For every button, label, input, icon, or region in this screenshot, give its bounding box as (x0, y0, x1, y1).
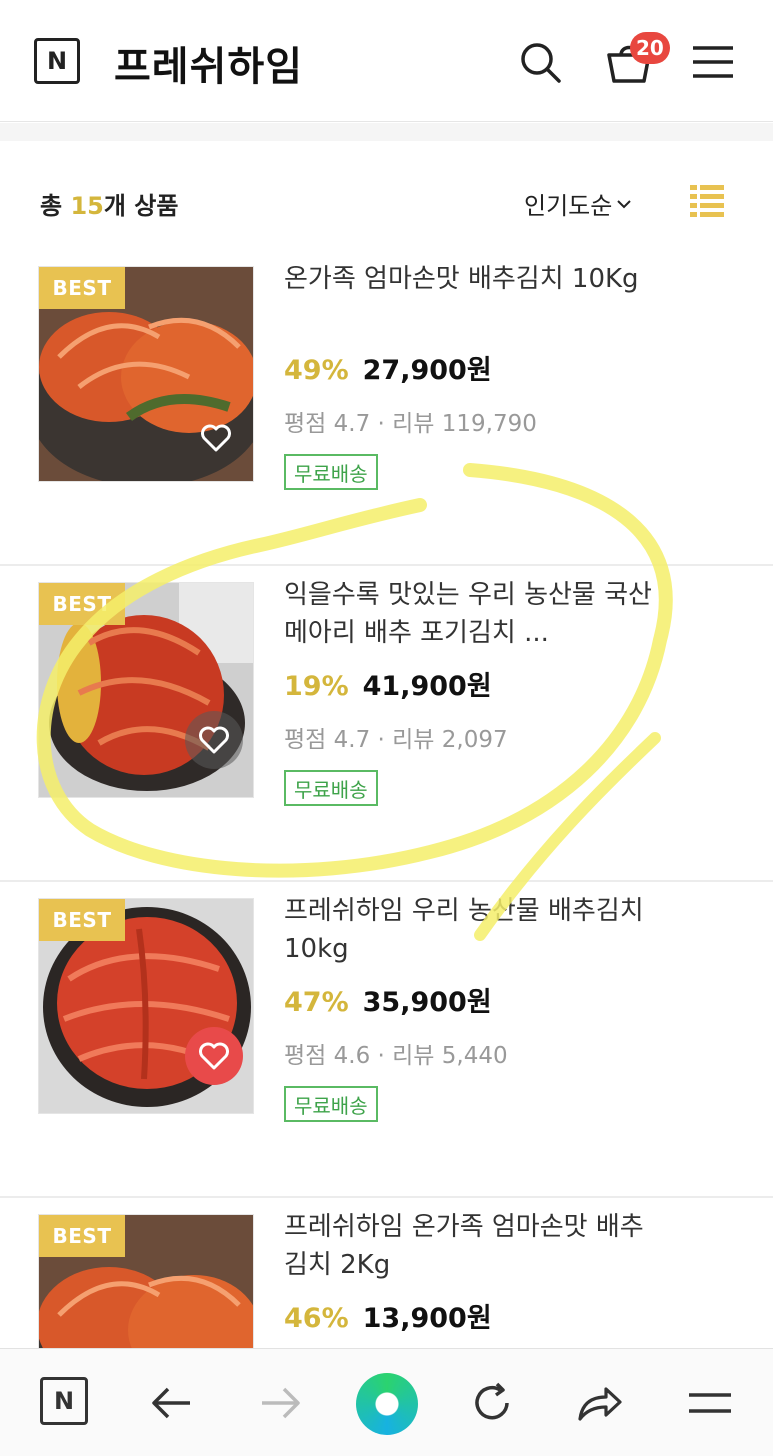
chevron-down-icon (617, 199, 632, 208)
product-title[interactable]: 온가족 엄마손맛 배추김치 10Kg (284, 260, 664, 298)
total-suffix: 개 상품 (103, 192, 179, 220)
heart-icon[interactable] (185, 1027, 243, 1085)
cart-count-badge: 20 (630, 32, 670, 64)
discount-rate: 46% (284, 1303, 349, 1334)
best-badge: BEST (39, 583, 125, 625)
total-prefix: 총 (40, 192, 71, 220)
price-row: 49% 27,900원 (284, 348, 492, 387)
product-title[interactable]: 익을수록 맛있는 우리 농산물 국산 메아리 배추 포기김치 ... (284, 576, 664, 652)
best-badge: BEST (39, 267, 125, 309)
forward-arrow-icon[interactable] (254, 1377, 306, 1429)
product-image[interactable]: BEST (38, 898, 254, 1114)
back-arrow-icon[interactable] (146, 1377, 198, 1429)
rating-review: 평점 4.6 · 리뷰 5,440 (284, 1043, 508, 1069)
section-divider (0, 123, 773, 141)
price: 27,900원 (362, 355, 492, 386)
menu-icon[interactable] (690, 40, 736, 84)
product-title[interactable]: 프레쉬하임 온가족 엄마손맛 배추김치 2Kg (284, 1208, 664, 1284)
rating-review: 평점 4.7 · 리뷰 119,790 (284, 411, 537, 437)
price-row: 46% 13,900원 (284, 1296, 492, 1335)
discount-rate: 19% (284, 671, 349, 702)
list-view-icon[interactable] (690, 184, 724, 218)
heart-icon[interactable] (195, 417, 237, 459)
rating-review: 평점 4.7 · 리뷰 2,097 (284, 727, 508, 753)
app-header: N 프레쉬하임 20 (0, 0, 773, 122)
price: 35,900원 (362, 987, 492, 1018)
product-title[interactable]: 프레쉬하임 우리 농산물 배추김치 10kg (284, 892, 664, 968)
total-number: 15 (70, 192, 104, 220)
browser-logo-letter: N (53, 1387, 75, 1415)
free-shipping-badge: 무료배송 (284, 770, 378, 806)
product-image[interactable]: BEST (38, 266, 254, 482)
discount-rate: 49% (284, 355, 349, 386)
product-item[interactable]: BEST 익을수록 맛있는 우리 농산물 국산 메아리 배추 포기김치 ... … (0, 566, 773, 882)
sort-dropdown[interactable]: 인기도순 (524, 186, 632, 221)
store-name[interactable]: 프레쉬하임 (114, 34, 303, 92)
sort-label: 인기도순 (524, 192, 613, 220)
product-image[interactable]: BEST (38, 582, 254, 798)
menu-icon[interactable] (684, 1377, 736, 1429)
search-icon[interactable] (516, 38, 566, 88)
price: 41,900원 (362, 671, 492, 702)
browser-toolbar: N (0, 1348, 773, 1456)
best-badge: BEST (39, 899, 125, 941)
product-item[interactable]: BEST 프레쉬하임 우리 농산물 배추김치 10kg 47% 35,900원 … (0, 882, 773, 1198)
price: 13,900원 (362, 1303, 492, 1334)
price-row: 19% 41,900원 (284, 664, 492, 703)
green-dot-home-icon[interactable] (356, 1373, 418, 1435)
logo-letter: N (46, 47, 68, 75)
total-count: 총 15개 상품 (40, 186, 178, 221)
refresh-icon[interactable] (466, 1377, 518, 1429)
product-item[interactable]: BEST 온가족 엄마손맛 배추김치 10Kg 49% 27,900원 평점 4… (0, 250, 773, 566)
heart-icon[interactable] (185, 711, 243, 769)
free-shipping-badge: 무료배송 (284, 1086, 378, 1122)
best-badge: BEST (39, 1215, 125, 1257)
n-logo-icon[interactable]: N (34, 38, 80, 84)
free-shipping-badge: 무료배송 (284, 454, 378, 490)
n-home-icon[interactable]: N (40, 1377, 88, 1425)
list-header: 총 15개 상품 인기도순 (0, 141, 773, 251)
discount-rate: 47% (284, 987, 349, 1018)
share-icon[interactable] (574, 1377, 626, 1429)
price-row: 47% 35,900원 (284, 980, 492, 1019)
